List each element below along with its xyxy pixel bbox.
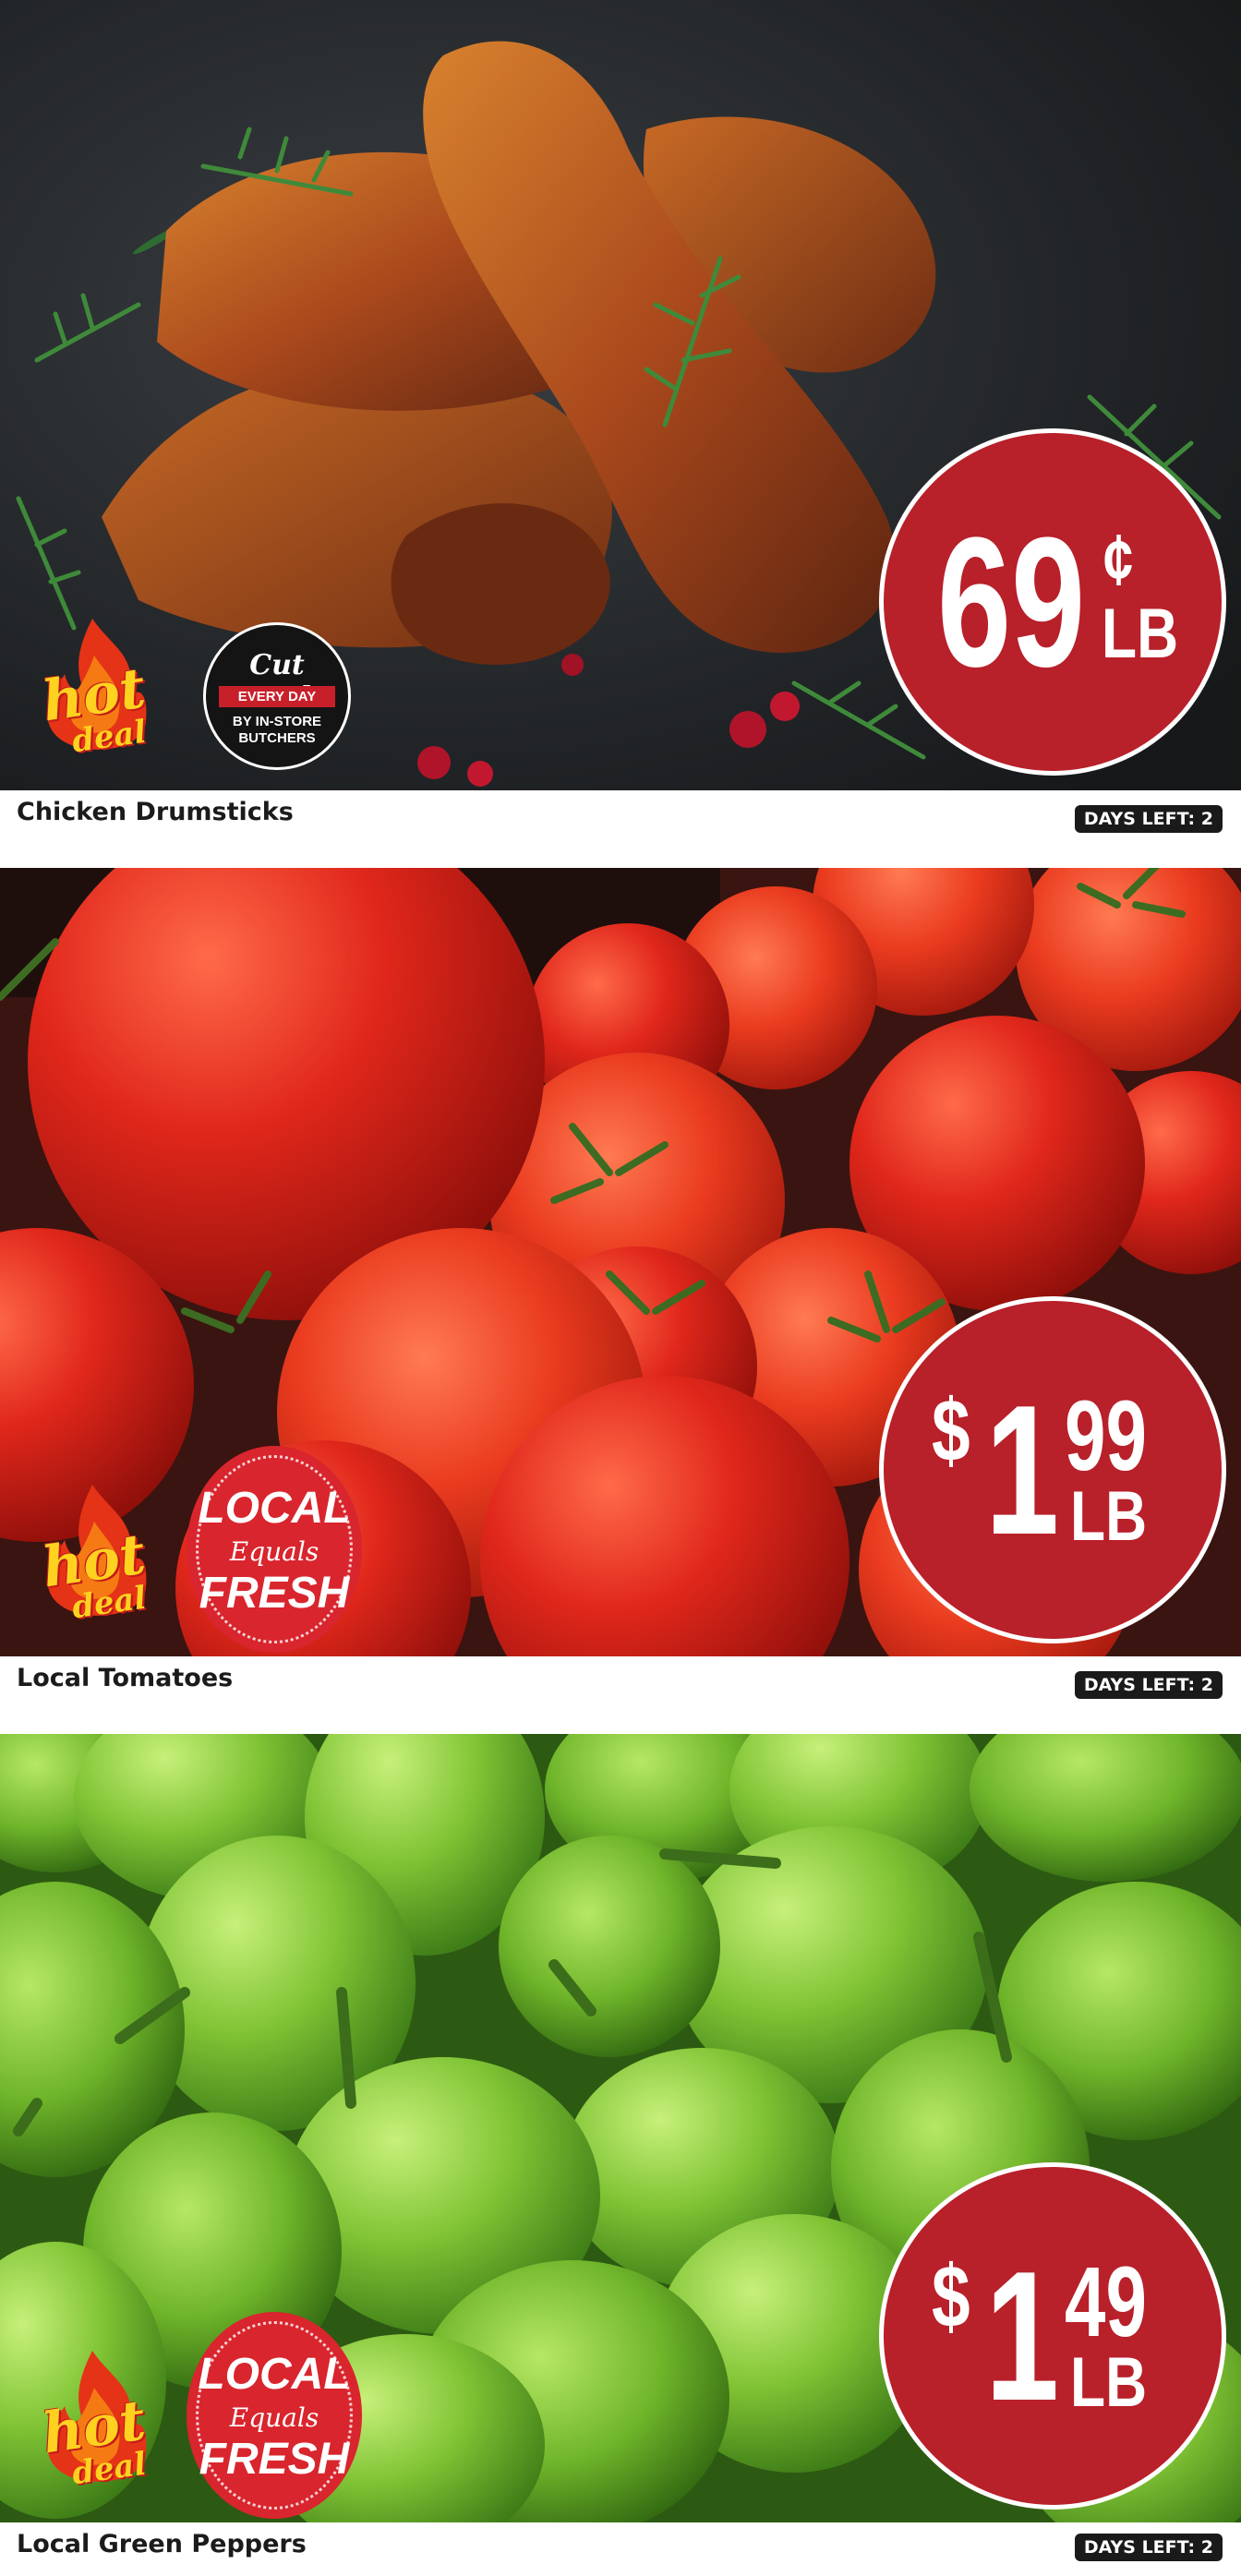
product-caption: Local Tomatoes DAYS LEFT: 2 [0, 1656, 1241, 1734]
hot-deal-badge: hot deal [37, 609, 157, 766]
product-card-tomatoes[interactable]: hot deal LOCAL Equals FRESH $ 1 99 LB Lo… [0, 868, 1241, 1734]
product-card-chicken[interactable]: Cut Fresh EVERY DAY BY IN-STORE BUTCHERS… [0, 0, 1241, 868]
local-label: LOCAL [198, 1484, 351, 1533]
price-unit: LB [1070, 2343, 1148, 2422]
days-left-badge: DAYS LEFT: 2 [1074, 805, 1223, 833]
price-cents: ¢ [1103, 519, 1134, 600]
product-caption: Chicken Drumsticks DAYS LEFT: 2 [0, 790, 1241, 868]
product-caption: Local Green Peppers DAYS LEFT: 2 [0, 2522, 1241, 2576]
product-name[interactable]: Chicken Drumsticks [17, 798, 294, 826]
product-card-green-peppers[interactable]: hot deal LOCAL Equals FRESH $ 1 49 LB Lo… [0, 1734, 1241, 2576]
price-cents: 49 [1065, 2245, 1147, 2357]
days-left-badge: DAYS LEFT: 2 [1074, 1671, 1223, 1699]
butcher-line-2: BUTCHERS [238, 730, 316, 746]
price-dollar-sign: $ [932, 2247, 970, 2346]
butcher-line-1: BY IN-STORE [232, 714, 322, 729]
price-main: 69 [937, 500, 1086, 705]
every-day-band: EVERY DAY [219, 686, 335, 707]
days-left-badge: DAYS LEFT: 2 [1074, 2534, 1223, 2561]
price-main: 1 [985, 2233, 1060, 2439]
price-badge: $ 1 99 LB [879, 1296, 1226, 1643]
fresh-label: FRESH [199, 2435, 350, 2484]
price-unit: LB [1070, 1477, 1148, 1556]
price-badge: $ 1 49 LB [879, 2162, 1226, 2510]
equals-label: Equals [229, 2402, 319, 2433]
price-unit: LB [1102, 595, 1179, 673]
price-badge: 69 ¢ LB [879, 428, 1226, 776]
hot-deal-badge: hot deal [37, 1475, 157, 1632]
product-name[interactable]: Local Green Peppers [17, 2530, 307, 2558]
product-name[interactable]: Local Tomatoes [17, 1664, 233, 1692]
fresh-label: FRESH [199, 1569, 350, 1618]
local-equals-fresh-badge: LOCAL Equals FRESH [187, 1446, 362, 1653]
price-dollar-sign: $ [932, 1381, 970, 1480]
price-main: 1 [985, 1367, 1060, 1573]
price-cents: 99 [1065, 1379, 1147, 1491]
hot-deal-badge: hot deal [37, 2341, 157, 2498]
local-label: LOCAL [198, 2350, 351, 2399]
local-equals-fresh-badge: LOCAL Equals FRESH [187, 2312, 362, 2519]
cut-fresh-badge: Cut Fresh EVERY DAY BY IN-STORE BUTCHERS [203, 622, 351, 770]
equals-label: Equals [229, 1536, 319, 1567]
